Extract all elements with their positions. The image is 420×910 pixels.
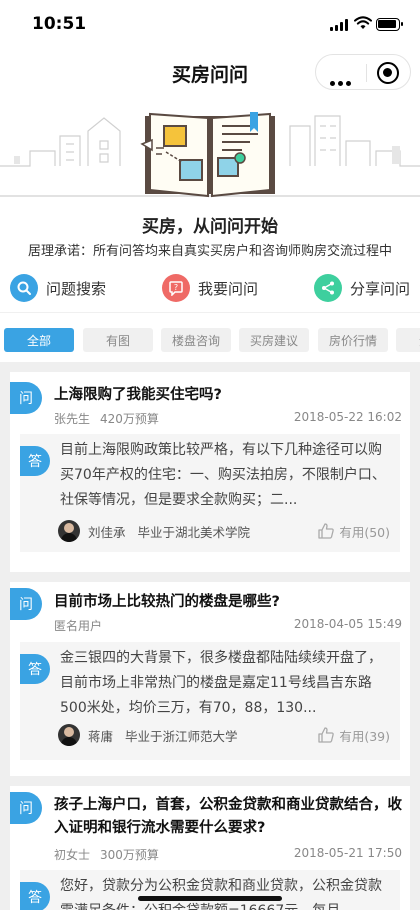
battery-icon: [376, 18, 403, 31]
question-meta: 张先生 420万预算 2018-05-22 16:02: [54, 410, 402, 427]
tab-qualification[interactable]: 资质: [396, 328, 420, 352]
capsule-divider: [366, 64, 367, 82]
more-dots-icon[interactable]: [330, 71, 354, 90]
answer-box[interactable]: 答 您好，贷款分为公积金贷款和商业贷款，公积金贷款需满足条件：公积金贷款额=16…: [20, 870, 400, 910]
answer-box[interactable]: 答 金三银四的大背景下，很多楼盘都陆陆续续开盘了，目前市场上非常热门的楼盘是嘉定…: [20, 642, 400, 760]
question-tag: 问: [10, 792, 42, 824]
answerer-school: 毕业于湖北美术学院: [137, 524, 251, 540]
question-date: 2018-05-22 16:02: [293, 410, 402, 424]
banner-illustration: [0, 96, 420, 200]
promise-text: 居理承诺：所有问答均来自真实买房户和咨询师购房交流过程中: [27, 244, 392, 259]
useful-button[interactable]: 有用(39): [317, 724, 390, 746]
nav-bar: 买房问问: [0, 50, 420, 96]
thumbs-up-icon: [318, 523, 335, 539]
answer-tag: 答: [20, 654, 50, 684]
svg-text:?: ?: [174, 283, 178, 292]
answer-tag: 答: [20, 446, 50, 476]
question-title[interactable]: 目前市场上比较热门的楼盘是哪些?: [54, 591, 402, 614]
useful-count: 有用(39): [339, 728, 390, 744]
question-date: 2018-04-05 15:49: [293, 617, 402, 631]
share-button[interactable]: 分享问问: [314, 274, 410, 302]
status-bar: 10:51: [0, 0, 420, 50]
question-title[interactable]: 孩子上海户口，首套，公积金贷款和商业贷款结合，收入证明和银行流水需要什么要求?: [54, 794, 402, 840]
home-indicator[interactable]: [138, 896, 282, 901]
category-tabs: 全部 有图 楼盘咨询 买房建议 房价行情 资质: [0, 312, 420, 362]
question-meta: 匿名用户 2018-04-05 15:49: [54, 617, 402, 634]
search-question-button[interactable]: 问题搜索: [10, 274, 106, 302]
question-meta: 初女士 300万预算 2018-05-21 17:50: [54, 846, 402, 863]
question-card[interactable]: 问 孩子上海户口，首套，公积金贷款和商业贷款结合，收入证明和银行流水需要什么要求…: [10, 786, 410, 910]
share-label: 分享问问: [350, 279, 411, 298]
action-row: 问题搜索 ? 我要问问 分享问问: [0, 264, 420, 312]
avatar: [58, 520, 80, 542]
answerer-name: 刘佳承: [88, 524, 126, 540]
signal-icon: [330, 19, 350, 31]
answer-tag: 答: [20, 882, 50, 910]
question-budget: 300万预算: [100, 848, 159, 862]
answerer-info[interactable]: 刘佳承 毕业于湖北美术学院: [58, 520, 250, 542]
share-icon: [314, 274, 342, 302]
question-author: 匿名用户: [54, 619, 103, 633]
answerer-info[interactable]: 蒋庸 毕业于浙江师范大学: [58, 724, 238, 746]
ask-question-label: 我要问问: [198, 279, 259, 298]
ask-question-button[interactable]: ? 我要问问: [162, 274, 258, 302]
tab-property-inquiry[interactable]: 楼盘咨询: [161, 328, 231, 352]
question-title[interactable]: 上海限购了我能买住宅吗?: [54, 384, 402, 407]
question-card[interactable]: 问 目前市场上比较热门的楼盘是哪些? 匿名用户 2018-04-05 15:49…: [10, 582, 410, 776]
mini-program-capsule: [315, 54, 411, 90]
answer-text: 您好，贷款分为公积金贷款和商业贷款，公积金贷款需满足条件：公积金贷款额=1666…: [60, 878, 382, 910]
question-author: 张先生: [54, 412, 91, 426]
answerer-name: 蒋庸: [88, 728, 114, 744]
book-city-illustration: [0, 112, 420, 198]
tab-all[interactable]: 全部: [4, 328, 74, 352]
answer-text: 目前上海限购政策比较严格，有以下几种途径可以购买70年产权的住宅：一、购买法拍房…: [60, 442, 386, 508]
question-tag: 问: [10, 588, 42, 620]
avatar: [58, 724, 80, 746]
useful-count: 有用(50): [339, 524, 390, 540]
slogan-text: 买房，从问问开始: [142, 217, 278, 237]
thumbs-up-icon: [318, 727, 335, 743]
intro-section: 买房，从问问开始 居理承诺：所有问答均来自真实买房户和咨询师购房交流过程中: [0, 200, 420, 264]
question-date: 2018-05-21 17:50: [293, 846, 402, 860]
status-time: 10:51: [32, 14, 87, 34]
question-tag: 问: [10, 382, 42, 414]
tab-with-images[interactable]: 有图: [83, 328, 153, 352]
question-card[interactable]: 问 上海限购了我能买住宅吗? 张先生 420万预算 2018-05-22 16:0…: [10, 372, 410, 572]
question-budget: 420万预算: [100, 412, 159, 426]
tab-price-trends[interactable]: 房价行情: [318, 328, 388, 352]
search-icon: [10, 274, 38, 302]
tab-buying-advice[interactable]: 买房建议: [239, 328, 309, 352]
target-circle-icon[interactable]: [377, 62, 399, 84]
question-author: 初女士: [54, 848, 91, 862]
useful-button[interactable]: 有用(50): [317, 520, 390, 542]
answer-box[interactable]: 答 目前上海限购政策比较严格，有以下几种途径可以购买70年产权的住宅：一、购买法…: [20, 434, 400, 552]
search-question-label: 问题搜索: [46, 279, 107, 298]
wifi-icon: [354, 16, 372, 29]
question-icon: ?: [162, 274, 190, 302]
answerer-school: 毕业于浙江师范大学: [125, 728, 238, 744]
answer-text: 金三银四的大背景下，很多楼盘都陆陆续续开盘了，目前市场上非常热门的楼盘是嘉定11…: [60, 650, 382, 716]
